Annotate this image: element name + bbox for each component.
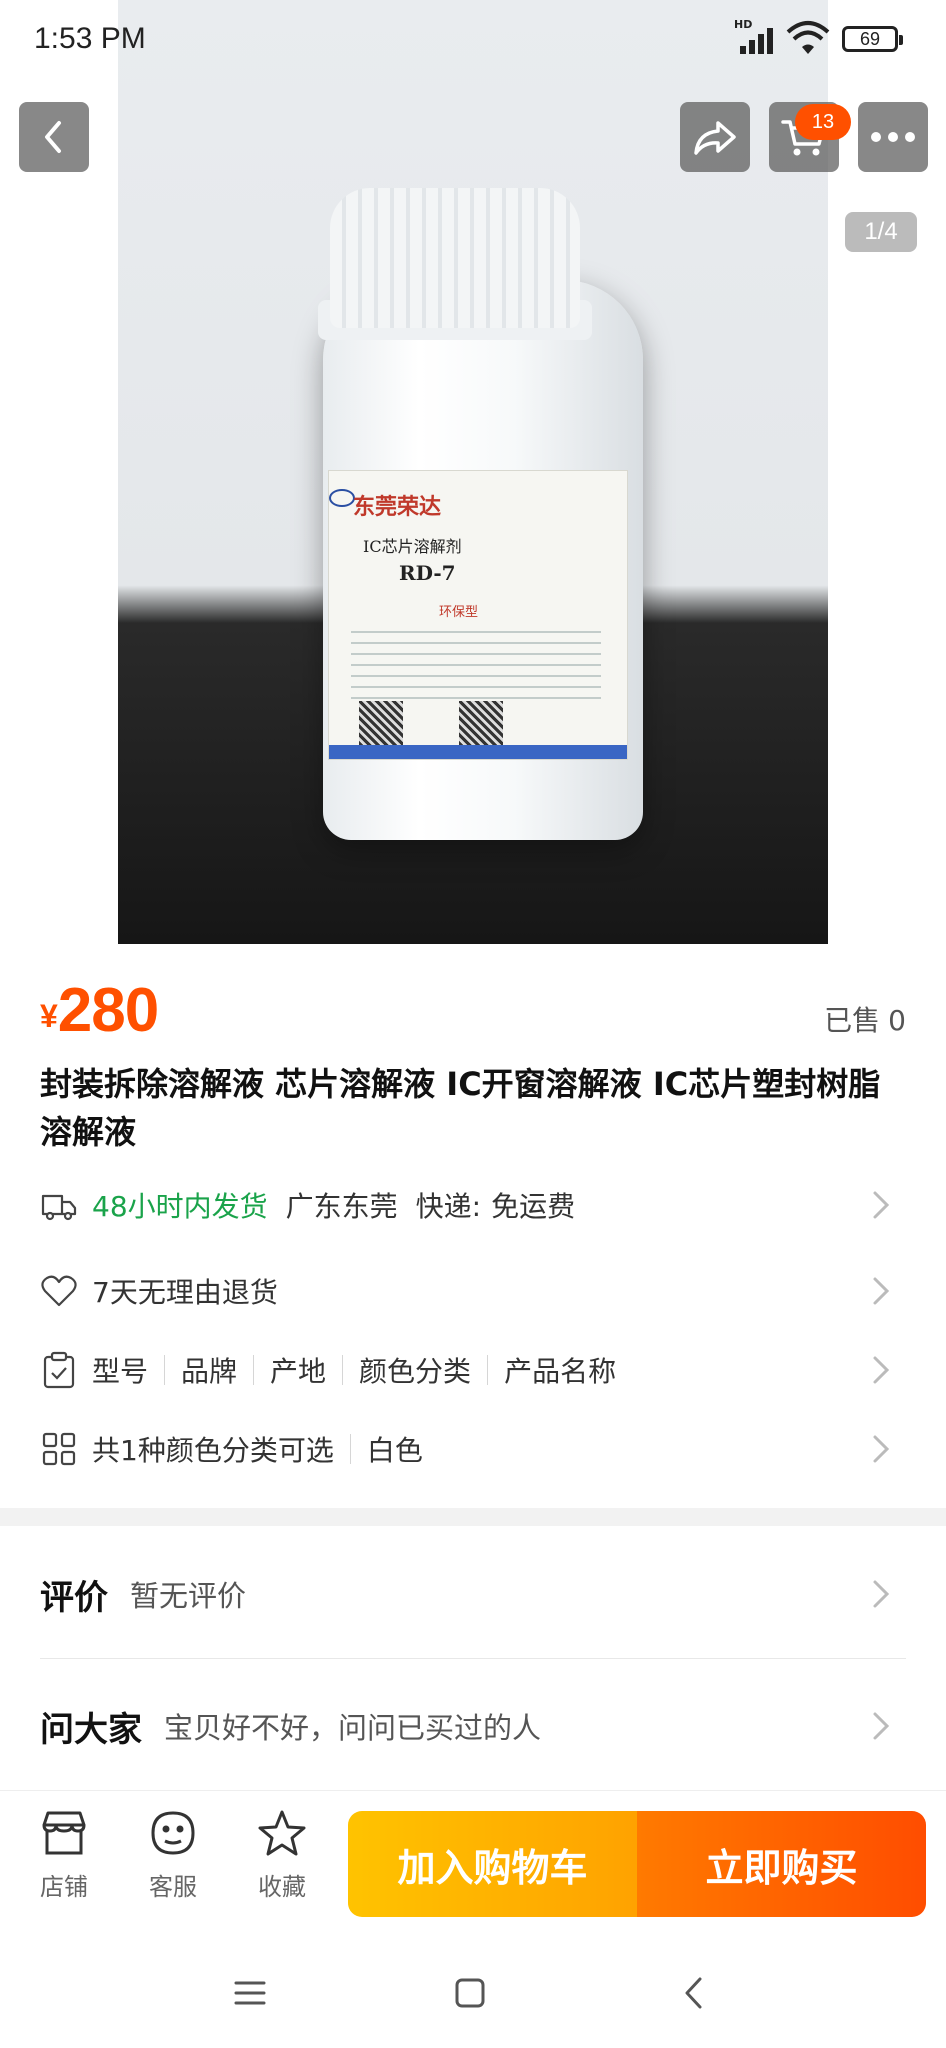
status-bar: 1:53 PM HD 69 [0, 0, 946, 80]
wifi-icon [786, 20, 830, 56]
qa-prompt: 宝贝好不好，问问已买过的人 [164, 1711, 542, 1745]
recents-button[interactable] [220, 1968, 280, 2018]
separator [487, 1355, 489, 1385]
purchase-buttons: 加入购物车 立即购买 [348, 1811, 926, 1917]
system-nav-bar [0, 1940, 946, 2048]
separator [342, 1355, 344, 1385]
sold-number: 0 [888, 1004, 906, 1037]
shipping-time: 48小时内发货 [92, 1190, 268, 1223]
heart-icon [41, 1275, 77, 1307]
chevron-right-icon [873, 1435, 890, 1463]
brand-logo-icon [329, 489, 355, 507]
label-stripe [329, 745, 627, 759]
store-icon [42, 1811, 86, 1855]
star-icon [258, 1810, 306, 1856]
truck-icon [41, 1194, 77, 1221]
chevron-right-icon [873, 1191, 890, 1219]
qa-row[interactable]: 问大家 宝贝好不好，问问已买过的人 [40, 1696, 906, 1756]
share-icon [694, 121, 736, 155]
param-origin: 产地 [270, 1355, 327, 1388]
chevron-left-icon [45, 121, 61, 153]
bottle-label: 东莞荣达 IC芯片溶解剂 RD-7 环保型 [328, 470, 628, 760]
product-detail-page: 东莞荣达 IC芯片溶解剂 RD-7 环保型 1:53 PM HD 69 13 1… [0, 0, 946, 2048]
battery-icon: 69 [842, 26, 903, 52]
price: ¥280 [40, 976, 159, 1045]
store-label: 店铺 [40, 1873, 88, 1901]
menu-icon [234, 1981, 266, 2005]
params-row[interactable]: 型号 品牌 产地 颜色分类 产品名称 [40, 1343, 906, 1397]
currency-symbol: ¥ [40, 998, 58, 1034]
returns-row[interactable]: 7天无理由退货 [40, 1264, 906, 1318]
bottom-action-bar: 店铺 客服 收藏 加入购物车 立即购买 [0, 1790, 946, 1940]
grid-icon [42, 1432, 76, 1466]
network-type: HD [734, 18, 753, 31]
section-divider [0, 1508, 946, 1526]
price-row: ¥280 已售 0 [40, 975, 906, 1045]
separator [253, 1355, 255, 1385]
chevron-right-icon [873, 1580, 890, 1608]
more-icon [871, 132, 915, 142]
qr-code-icon [359, 701, 403, 745]
shipping-row[interactable]: 48小时内发货 广东东莞 快递: 免运费 [40, 1178, 906, 1232]
favorite-label: 收藏 [258, 1873, 306, 1901]
service-label: 客服 [149, 1873, 197, 1901]
separator [164, 1355, 166, 1385]
qr-code-icon [459, 701, 503, 745]
clipboard-check-icon [43, 1351, 75, 1389]
home-button[interactable] [440, 1968, 500, 2018]
bottle-cap [330, 188, 580, 328]
variants-count: 共1种颜色分类可选 [92, 1434, 334, 1467]
chat-face-icon [151, 1811, 195, 1855]
service-button[interactable]: 客服 [133, 1809, 213, 1902]
cart-count-badge: 13 [795, 104, 851, 140]
reviews-heading: 评价 [40, 1577, 108, 1618]
param-model: 型号 [92, 1355, 149, 1388]
reviews-summary: 暂无评价 [130, 1579, 247, 1613]
shipping-courier: 快递: [415, 1190, 482, 1223]
param-product-name: 产品名称 [504, 1355, 617, 1388]
shipping-fee: 免运费 [491, 1190, 576, 1223]
sold-count: 已售 0 [816, 999, 906, 1039]
system-back-button[interactable] [664, 1968, 724, 2018]
more-button[interactable] [858, 102, 928, 172]
variant-value: 白色 [366, 1434, 423, 1467]
chevron-left-icon [685, 1977, 702, 2009]
param-color: 颜色分类 [359, 1355, 472, 1388]
chevron-right-icon [873, 1277, 890, 1305]
label-model: RD-7 [399, 561, 456, 585]
price-value: 280 [57, 976, 159, 1045]
signal-icon: HD [734, 18, 780, 54]
returns-label: 7天无理由退货 [92, 1276, 278, 1309]
chevron-right-icon [873, 1356, 890, 1384]
chevron-right-icon [873, 1712, 890, 1740]
sold-label: 已售 [824, 1004, 881, 1037]
shipping-location: 广东东莞 [285, 1190, 398, 1223]
gallery-page-indicator: 1/4 [845, 212, 917, 252]
label-brand: 东莞荣达 [353, 494, 442, 520]
status-time: 1:53 PM [34, 22, 146, 55]
qa-heading: 问大家 [40, 1709, 142, 1750]
share-button[interactable] [680, 102, 750, 172]
label-fine-print [351, 631, 601, 701]
favorite-button[interactable]: 收藏 [242, 1809, 322, 1902]
variants-row[interactable]: 共1种颜色分类可选 白色 [40, 1422, 906, 1476]
product-title: 封装拆除溶解液 芯片溶解液 IC开窗溶解液 IC芯片塑封树脂溶解液 [40, 1065, 881, 1151]
divider [40, 1658, 906, 1659]
store-button[interactable]: 店铺 [24, 1809, 104, 1902]
label-line1: IC芯片溶解剂 [363, 537, 462, 556]
buy-now-button[interactable]: 立即购买 [637, 1811, 926, 1917]
reviews-row[interactable]: 评价 暂无评价 [40, 1564, 906, 1624]
label-tag: 环保型 [439, 605, 479, 620]
add-to-cart-button[interactable]: 加入购物车 [348, 1811, 637, 1917]
param-brand: 品牌 [181, 1355, 238, 1388]
separator [349, 1434, 351, 1464]
back-button[interactable] [19, 102, 89, 172]
home-square-icon [455, 1978, 485, 2008]
